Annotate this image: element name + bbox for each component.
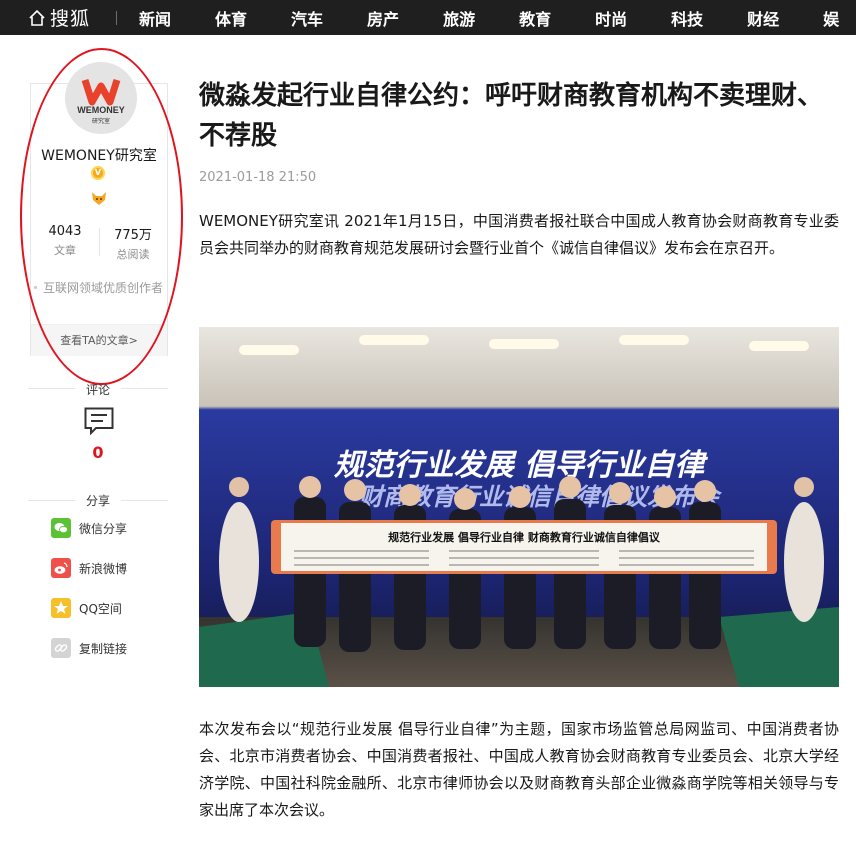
qzone-icon: [51, 598, 71, 618]
view-author-articles-link[interactable]: 查看TA的文章>: [31, 324, 167, 356]
article-paragraph-1: WEMONEY研究室讯 2021年1月15日，中国消费者报社联合中国成人教育协会…: [199, 212, 839, 257]
article-date: 2021-01-18 21:50: [199, 170, 317, 185]
nav-item-travel[interactable]: 旅游: [443, 6, 475, 30]
weibo-icon: [51, 558, 71, 578]
fox-badge-icon: [92, 192, 106, 205]
sohu-logo[interactable]: 搜狐: [0, 0, 112, 35]
top-nav-bar: 搜狐 新闻 体育 汽车 房产 旅游 教育 时尚 科技 财经 娱: [0, 0, 856, 35]
share-wechat-button[interactable]: 微信分享: [51, 518, 161, 538]
nav-divider: [116, 10, 117, 25]
logo-text: 搜狐: [50, 8, 91, 30]
article-title: 微淼发起行业自律公约：呼吁财商教育机构不卖理财、不荐股: [199, 81, 824, 151]
copy-link-label: 复制链接: [79, 641, 128, 656]
share-weibo-button[interactable]: 新浪微博: [51, 558, 161, 578]
verified-badge-icon: V: [91, 166, 105, 180]
comment-count[interactable]: 0: [28, 443, 168, 462]
nav-item-finance[interactable]: 财经: [747, 6, 779, 30]
author-description: 互联网领域优质创作者: [34, 281, 164, 295]
stat-reads: 775万 总阅读: [99, 224, 167, 262]
articles-count: 4043: [48, 224, 82, 239]
nav-item-house[interactable]: 房产: [367, 6, 399, 30]
nav-item-tech[interactable]: 科技: [671, 6, 703, 30]
article-photo[interactable]: 规范行业发展 倡导行业自律 财商教育行业诚信自律倡议发布会 规范行业发展 倡导行…: [199, 327, 839, 687]
share-heading: 分享: [28, 492, 168, 509]
share-qzone-button[interactable]: QQ空间: [51, 598, 161, 618]
nav-item-news[interactable]: 新闻: [139, 6, 171, 30]
banner-text: 规范行业发展 倡导行业自律 财商教育行业诚信自律倡议: [388, 530, 661, 544]
author-name[interactable]: WEMONEY研究室: [31, 145, 167, 165]
articles-label: 文章: [54, 244, 76, 257]
share-qzone-label: QQ空间: [79, 601, 122, 616]
nav-item-sports[interactable]: 体育: [215, 6, 247, 30]
link-icon: [51, 638, 71, 658]
reads-label: 总阅读: [116, 248, 150, 261]
wechat-icon: [51, 518, 71, 538]
share-wechat-label: 微信分享: [79, 521, 128, 536]
share-weibo-label: 新浪微博: [79, 561, 128, 576]
nav-item-fashion[interactable]: 时尚: [595, 6, 627, 30]
nav-menu: 新闻 体育 汽车 房产 旅游 教育 时尚 科技 财经 娱: [121, 0, 839, 35]
comment-icon[interactable]: [84, 407, 114, 435]
reads-count: 775万: [114, 228, 152, 243]
comments-heading: 评论: [28, 381, 168, 398]
nav-item-auto[interactable]: 汽车: [291, 6, 323, 30]
stats-divider: [99, 228, 100, 256]
svg-text:研究室: 研究室: [92, 117, 110, 125]
avatar[interactable]: WEMONEY 研究室: [65, 62, 137, 134]
nav-item-entertainment[interactable]: 娱: [823, 6, 839, 30]
copy-link-button[interactable]: 复制链接: [51, 638, 161, 658]
svg-text:WEMONEY: WEMONEY: [77, 105, 125, 115]
home-icon: [29, 9, 45, 26]
author-card: WEMONEY 研究室 WEMONEY研究室 V 4043 文章 775万 总阅…: [30, 62, 168, 356]
nav-item-education[interactable]: 教育: [519, 6, 551, 30]
stat-articles: 4043 文章: [31, 224, 99, 262]
backdrop-title-text: 规范行业发展 倡导行业自律: [334, 448, 708, 483]
article-paragraph-2: 本次发布会以“规范行业发展 倡导行业自律”为主题，国家市场监管总局网监司、中国消…: [199, 720, 839, 819]
